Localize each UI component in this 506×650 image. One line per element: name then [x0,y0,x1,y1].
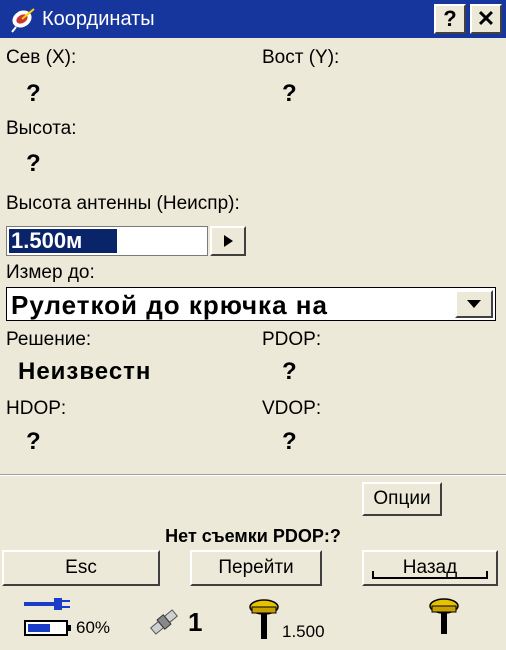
solution-label: Решение: [6,329,92,350]
antenna-arrow-button[interactable] [210,226,246,256]
close-button[interactable]: ✕ [470,4,502,34]
measure-to-value: Рулеткой до крючка на [11,290,328,320]
dropdown-button[interactable] [455,290,493,318]
chevron-down-icon [467,300,481,308]
vdop-label: VDOP: [262,398,322,419]
power-plug-icon [24,596,72,612]
separator [0,474,506,476]
north-label: Сев (X): [6,47,77,68]
antenna-height-readout: 1.500 [282,622,325,641]
satellite-count: 1 [188,606,203,637]
measure-to-select[interactable]: Рулеткой до крючка на [6,287,496,321]
receiver-icon[interactable] [426,596,462,640]
solution-value: Неизвестн [18,358,152,385]
antenna-height-input[interactable]: 1.500м [6,226,208,256]
battery-icon[interactable]: 60% [24,618,110,638]
help-button[interactable]: ? [434,4,466,34]
status-message: Нет съемки PDOP:? [165,526,341,546]
pdop-value: ? [282,358,297,385]
height-label: Высота: [6,118,77,139]
options-button[interactable]: Опции [362,482,442,516]
east-label: Вост (Y): [262,47,340,68]
enter-key-icon [372,571,488,579]
hdop-label: HDOP: [6,398,67,419]
goto-button[interactable]: Перейти [190,550,322,586]
status-bar: 60% 1 1.500 [0,586,506,650]
esc-button[interactable]: Esc [2,550,160,586]
north-value: ? [26,80,41,107]
antenna-height-value: 1.500м [9,229,117,253]
arrow-right-icon [224,235,233,247]
satellite-icon[interactable]: 1 [146,604,202,640]
satellite-dish-icon [6,3,40,35]
antenna-height-label: Высота антенны (Неиспр): [6,193,240,214]
east-value: ? [282,80,297,107]
hdop-value: ? [26,428,41,455]
battery-percent: 60% [76,618,111,637]
rover-antenna-icon[interactable]: 1.500 [246,596,325,642]
coordinates-window: Координаты ? ✕ Сев (X): ? Вост (Y): ? Вы… [0,0,506,650]
pdop-label: PDOP: [262,329,322,350]
measure-to-label: Измер до: [6,262,95,283]
window-title: Координаты [42,7,155,30]
height-value: ? [26,150,41,177]
title-bar: Координаты ? ✕ [0,0,506,38]
back-button[interactable]: Назад [362,550,498,586]
vdop-value: ? [282,428,297,455]
